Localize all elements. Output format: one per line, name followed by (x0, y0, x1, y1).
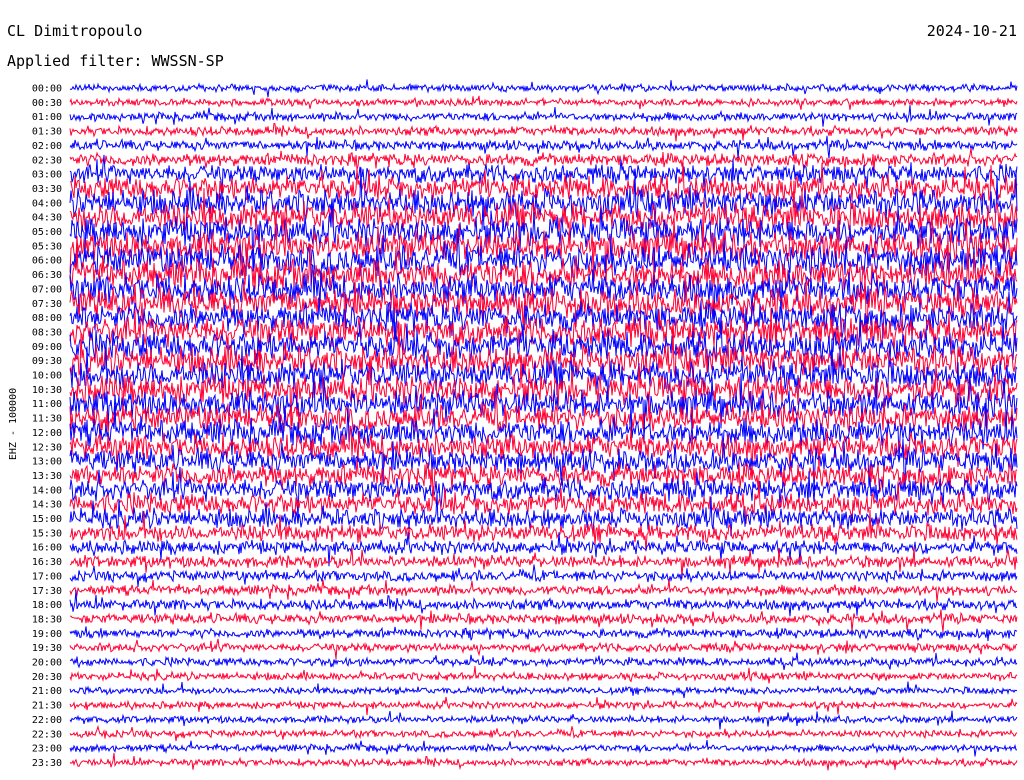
row-tick-label: 21:00 (32, 686, 62, 697)
row-tick-label: 10:30 (32, 385, 62, 396)
row-tick-label: 11:30 (32, 414, 62, 425)
row-tick-label: 08:30 (32, 327, 62, 338)
row-tick-label: 22:00 (32, 715, 62, 726)
station-title: CL Dimitropoulo (7, 22, 142, 40)
row-tick-label: 22:30 (32, 729, 62, 740)
row-tick-label: 02:30 (32, 155, 62, 166)
row-tick-label: 03:30 (32, 184, 62, 195)
row-tick-label: 12:30 (32, 442, 62, 453)
row-tick-label: 14:30 (32, 500, 62, 511)
row-tick-label: 05:30 (32, 241, 62, 252)
row-tick-label: 00:30 (32, 98, 62, 109)
row-tick-label: 20:30 (32, 672, 62, 683)
row-tick-label: 00:00 (32, 84, 62, 95)
row-tick-label: 10:00 (32, 371, 62, 382)
row-tick-label: 04:00 (32, 198, 62, 209)
row-tick-label: 17:30 (32, 586, 62, 597)
row-tick-label: 07:30 (32, 299, 62, 310)
row-tick-label: 15:30 (32, 528, 62, 539)
row-tick-label: 09:30 (32, 356, 62, 367)
row-tick-label: 18:00 (32, 600, 62, 611)
row-tick-label: 18:30 (32, 614, 62, 625)
row-tick-label: 16:00 (32, 543, 62, 554)
row-tick-label: 07:00 (32, 284, 62, 295)
y-axis-label: EHZ - 100000 (8, 388, 19, 460)
row-tick-label: 16:30 (32, 557, 62, 568)
row-tick-label: 21:30 (32, 701, 62, 712)
row-tick-label: 08:00 (32, 313, 62, 324)
row-tick-label: 19:30 (32, 643, 62, 654)
row-tick-label: 13:00 (32, 457, 62, 468)
row-tick-label: 17:00 (32, 571, 62, 582)
row-tick-label: 14:00 (32, 485, 62, 496)
row-tick-label: 13:30 (32, 471, 62, 482)
row-tick-label: 06:30 (32, 270, 62, 281)
row-tick-label: 20:00 (32, 658, 62, 669)
filter-label: Applied filter: WWSSN-SP (7, 52, 224, 70)
row-tick-label: 01:00 (32, 112, 62, 123)
row-tick-label: 09:00 (32, 342, 62, 353)
row-tick-label: 03:00 (32, 170, 62, 181)
row-tick-label: 05:00 (32, 227, 62, 238)
date-label: 2024-10-21 (927, 22, 1017, 40)
row-tick-label: 11:00 (32, 399, 62, 410)
row-tick-label: 19:00 (32, 629, 62, 640)
helicorder-plot: CL Dimitropoulo Applied filter: WWSSN-SP… (0, 0, 1024, 780)
row-tick-label: 01:30 (32, 127, 62, 138)
row-tick-label: 02:00 (32, 141, 62, 152)
row-tick-label: 04:30 (32, 213, 62, 224)
row-tick-label: 15:00 (32, 514, 62, 525)
row-tick-label: 23:00 (32, 744, 62, 755)
row-tick-label: 23:30 (32, 758, 62, 769)
row-tick-label: 12:00 (32, 428, 62, 439)
row-tick-label: 06:00 (32, 256, 62, 267)
